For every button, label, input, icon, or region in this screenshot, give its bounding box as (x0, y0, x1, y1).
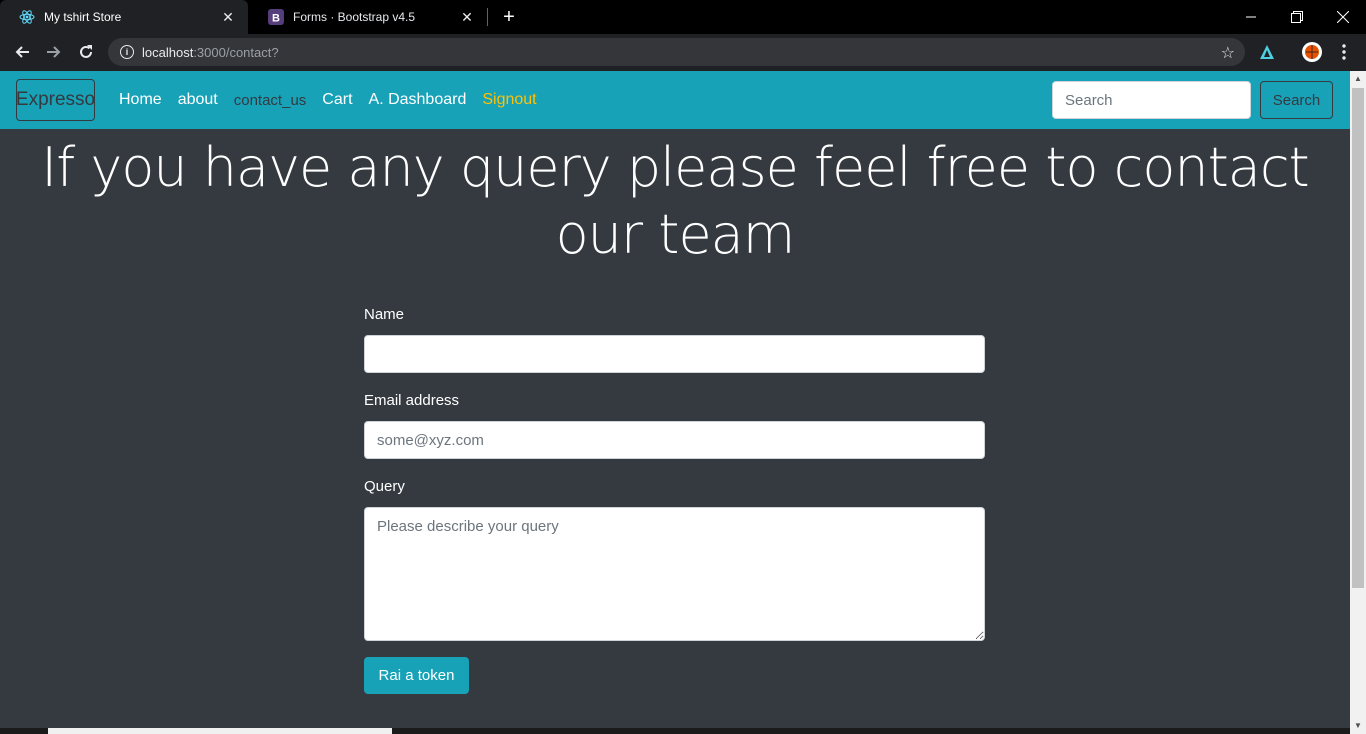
nav-link-cart[interactable]: Cart (314, 91, 360, 109)
page-scrollbar[interactable]: ▲ ▼ (1350, 71, 1366, 734)
search-button[interactable]: Search (1260, 81, 1333, 119)
forward-arrow-icon[interactable] (42, 40, 66, 64)
query-label: Query (364, 478, 405, 495)
browser-tab-inactive[interactable]: B Forms · Bootstrap v4.5 ✕ (249, 0, 487, 34)
nav-link-about[interactable]: about (170, 91, 226, 109)
url-host: localhost (142, 44, 194, 60)
close-window-icon[interactable] (1320, 0, 1366, 34)
new-tab-icon[interactable]: + (498, 6, 520, 28)
close-tab-icon[interactable]: ✕ (220, 9, 236, 26)
scroll-down-arrow-icon[interactable]: ▼ (1350, 718, 1366, 734)
svg-text:B: B (272, 13, 280, 25)
search-input[interactable] (1052, 81, 1251, 119)
tab-separator (487, 8, 488, 26)
tab-title: My tshirt Store (44, 10, 122, 24)
back-arrow-icon[interactable] (10, 40, 34, 64)
browser-tab-active[interactable]: My tshirt Store ✕ (0, 0, 248, 34)
browser-tabstrip: My tshirt Store ✕ B Forms · Bootstrap v4… (0, 0, 1366, 34)
email-field[interactable] (364, 421, 985, 459)
tab-title: Forms · Bootstrap v4.5 (293, 10, 416, 24)
bookmark-star-icon[interactable]: ☆ (1221, 43, 1235, 63)
name-field[interactable] (364, 335, 985, 373)
submit-button[interactable]: Rai a token (364, 657, 469, 694)
close-tab-icon[interactable]: ✕ (459, 9, 475, 26)
name-label: Name (364, 306, 405, 323)
bottom-strip (0, 728, 1350, 734)
page-heading: If you have any query please feel free t… (41, 136, 1309, 266)
nav-link-admin-dashboard[interactable]: A. Dashboard (361, 91, 475, 109)
nav-link-signout[interactable]: Signout (474, 91, 544, 109)
info-icon[interactable]: i (120, 45, 134, 59)
reload-icon[interactable] (74, 40, 98, 64)
minimize-icon[interactable] (1228, 0, 1274, 34)
profile-avatar[interactable] (1300, 40, 1324, 64)
bottom-strip-piece (48, 728, 392, 734)
kebab-menu-icon[interactable] (1332, 40, 1356, 64)
react-icon (18, 8, 36, 26)
navbar-brand[interactable]: Expresso (16, 79, 95, 121)
nav-link-home[interactable]: Home (111, 91, 170, 109)
scroll-thumb[interactable] (1352, 88, 1364, 588)
email-label: Email address (364, 392, 460, 409)
address-bar[interactable]: i localhost:3000/contact? ☆ (108, 38, 1245, 66)
scroll-up-arrow-icon[interactable]: ▲ (1350, 71, 1366, 87)
extension-triangle-icon[interactable] (1255, 40, 1279, 64)
query-textarea[interactable] (364, 507, 985, 641)
nav-links: Home about contact_us Cart A. Dashboard … (111, 71, 545, 129)
nav-link-contact[interactable]: contact_us (226, 92, 315, 109)
bootstrap-icon: B (267, 8, 285, 26)
site-navbar: Expresso Home about contact_us Cart A. D… (0, 71, 1350, 129)
url-path: :3000/contact? (193, 44, 279, 60)
restore-icon[interactable] (1274, 0, 1320, 34)
